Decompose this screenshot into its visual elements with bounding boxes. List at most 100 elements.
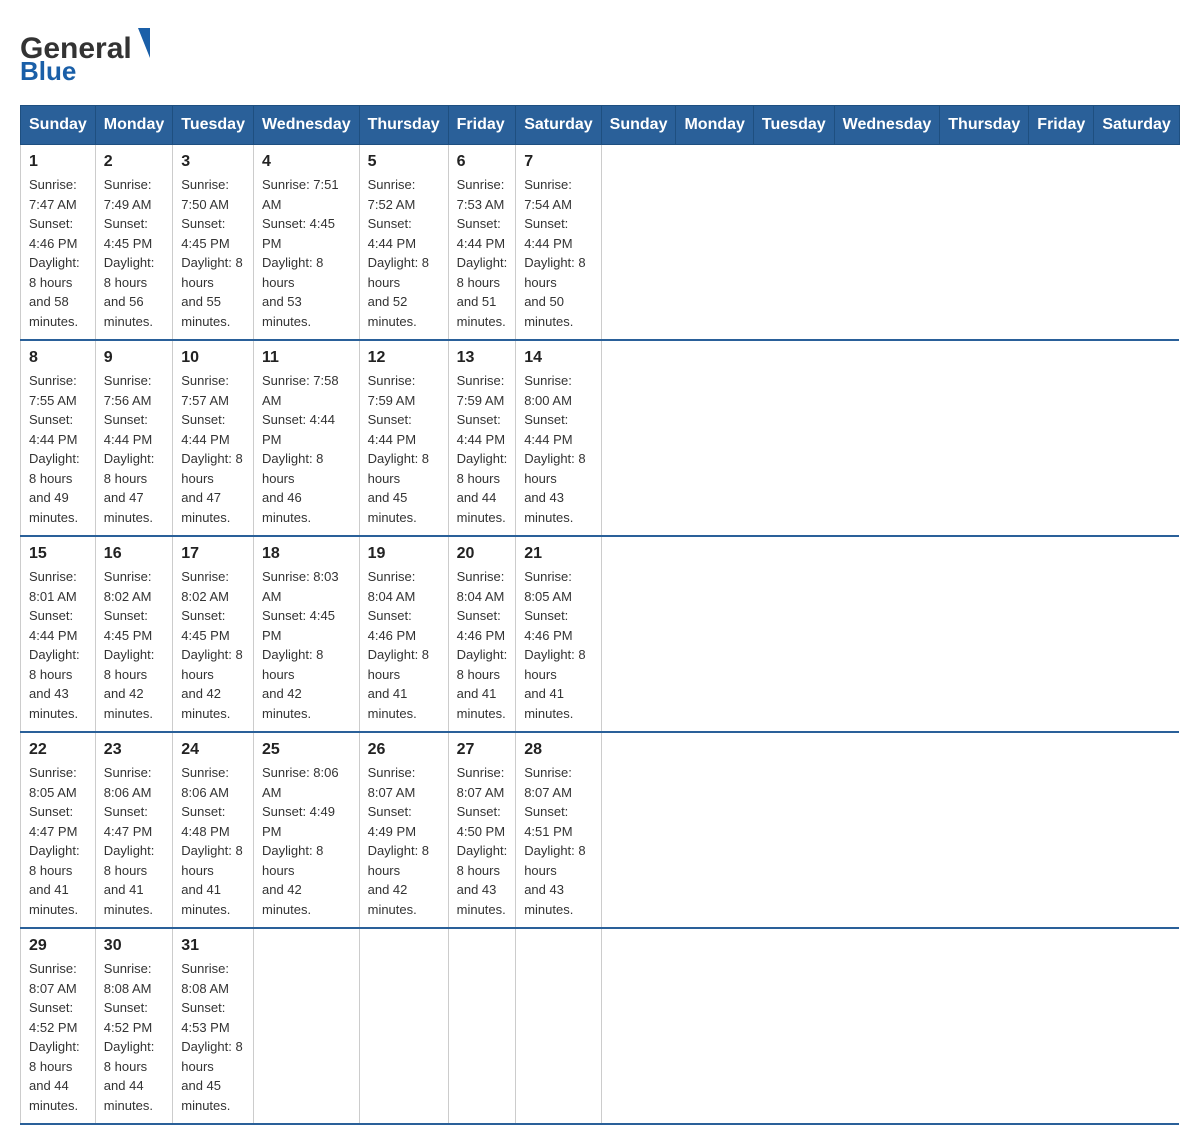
day-cell bbox=[359, 928, 448, 1124]
day-cell: 16 Sunrise: 8:02 AM Sunset: 4:45 PM Dayl… bbox=[95, 536, 172, 732]
day-info: Sunrise: 8:03 AM Sunset: 4:45 PM Dayligh… bbox=[262, 567, 351, 723]
day-cell: 18 Sunrise: 8:03 AM Sunset: 4:45 PM Dayl… bbox=[253, 536, 359, 732]
day-info: Sunrise: 8:05 AM Sunset: 4:47 PM Dayligh… bbox=[29, 763, 87, 919]
day-info: Sunrise: 7:47 AM Sunset: 4:46 PM Dayligh… bbox=[29, 175, 87, 331]
col-header-friday: Friday bbox=[448, 106, 516, 145]
day-cell: 29 Sunrise: 8:07 AM Sunset: 4:52 PM Dayl… bbox=[21, 928, 96, 1124]
day-number: 8 bbox=[29, 349, 87, 367]
day-info: Sunrise: 8:00 AM Sunset: 4:44 PM Dayligh… bbox=[524, 371, 592, 527]
day-info: Sunrise: 8:07 AM Sunset: 4:49 PM Dayligh… bbox=[368, 763, 440, 919]
day-cell: 24 Sunrise: 8:06 AM Sunset: 4:48 PM Dayl… bbox=[173, 732, 254, 928]
col-header-monday: Monday bbox=[676, 106, 753, 145]
day-cell: 23 Sunrise: 8:06 AM Sunset: 4:47 PM Dayl… bbox=[95, 732, 172, 928]
page-header: General Blue bbox=[20, 20, 1168, 85]
day-cell: 21 Sunrise: 8:05 AM Sunset: 4:46 PM Dayl… bbox=[516, 536, 601, 732]
day-info: Sunrise: 7:53 AM Sunset: 4:44 PM Dayligh… bbox=[457, 175, 508, 331]
day-number: 18 bbox=[262, 545, 351, 563]
week-row-5: 29 Sunrise: 8:07 AM Sunset: 4:52 PM Dayl… bbox=[21, 928, 1180, 1124]
logo-svg: General Blue bbox=[20, 20, 160, 85]
col-header-thursday: Thursday bbox=[359, 106, 448, 145]
day-cell: 2 Sunrise: 7:49 AM Sunset: 4:45 PM Dayli… bbox=[95, 145, 172, 341]
day-number: 10 bbox=[181, 349, 245, 367]
day-number: 23 bbox=[104, 741, 164, 759]
day-number: 19 bbox=[368, 545, 440, 563]
day-number: 15 bbox=[29, 545, 87, 563]
day-cell: 25 Sunrise: 8:06 AM Sunset: 4:49 PM Dayl… bbox=[253, 732, 359, 928]
day-info: Sunrise: 8:06 AM Sunset: 4:49 PM Dayligh… bbox=[262, 763, 351, 919]
col-header-friday: Friday bbox=[1029, 106, 1094, 145]
day-number: 3 bbox=[181, 153, 245, 171]
day-cell bbox=[516, 928, 601, 1124]
day-info: Sunrise: 7:55 AM Sunset: 4:44 PM Dayligh… bbox=[29, 371, 87, 527]
day-info: Sunrise: 8:04 AM Sunset: 4:46 PM Dayligh… bbox=[457, 567, 508, 723]
day-info: Sunrise: 7:54 AM Sunset: 4:44 PM Dayligh… bbox=[524, 175, 592, 331]
col-header-saturday: Saturday bbox=[1094, 106, 1179, 145]
day-info: Sunrise: 8:02 AM Sunset: 4:45 PM Dayligh… bbox=[104, 567, 164, 723]
day-info: Sunrise: 8:08 AM Sunset: 4:52 PM Dayligh… bbox=[104, 959, 164, 1115]
day-cell: 11 Sunrise: 7:58 AM Sunset: 4:44 PM Dayl… bbox=[253, 340, 359, 536]
col-header-tuesday: Tuesday bbox=[753, 106, 834, 145]
day-cell: 14 Sunrise: 8:00 AM Sunset: 4:44 PM Dayl… bbox=[516, 340, 601, 536]
day-info: Sunrise: 7:51 AM Sunset: 4:45 PM Dayligh… bbox=[262, 175, 351, 331]
col-header-wednesday: Wednesday bbox=[834, 106, 940, 145]
week-row-2: 8 Sunrise: 7:55 AM Sunset: 4:44 PM Dayli… bbox=[21, 340, 1180, 536]
day-number: 16 bbox=[104, 545, 164, 563]
day-cell: 27 Sunrise: 8:07 AM Sunset: 4:50 PM Dayl… bbox=[448, 732, 516, 928]
day-info: Sunrise: 8:05 AM Sunset: 4:46 PM Dayligh… bbox=[524, 567, 592, 723]
day-info: Sunrise: 8:07 AM Sunset: 4:50 PM Dayligh… bbox=[457, 763, 508, 919]
day-number: 13 bbox=[457, 349, 508, 367]
day-info: Sunrise: 7:59 AM Sunset: 4:44 PM Dayligh… bbox=[457, 371, 508, 527]
day-number: 20 bbox=[457, 545, 508, 563]
week-row-4: 22 Sunrise: 8:05 AM Sunset: 4:47 PM Dayl… bbox=[21, 732, 1180, 928]
day-info: Sunrise: 8:06 AM Sunset: 4:47 PM Dayligh… bbox=[104, 763, 164, 919]
day-cell: 8 Sunrise: 7:55 AM Sunset: 4:44 PM Dayli… bbox=[21, 340, 96, 536]
day-info: Sunrise: 8:01 AM Sunset: 4:44 PM Dayligh… bbox=[29, 567, 87, 723]
day-cell: 30 Sunrise: 8:08 AM Sunset: 4:52 PM Dayl… bbox=[95, 928, 172, 1124]
week-row-1: 1 Sunrise: 7:47 AM Sunset: 4:46 PM Dayli… bbox=[21, 145, 1180, 341]
day-info: Sunrise: 8:02 AM Sunset: 4:45 PM Dayligh… bbox=[181, 567, 245, 723]
day-info: Sunrise: 7:58 AM Sunset: 4:44 PM Dayligh… bbox=[262, 371, 351, 527]
svg-text:Blue: Blue bbox=[20, 56, 76, 85]
col-header-sunday: Sunday bbox=[601, 106, 676, 145]
day-number: 27 bbox=[457, 741, 508, 759]
col-header-wednesday: Wednesday bbox=[253, 106, 359, 145]
day-number: 12 bbox=[368, 349, 440, 367]
day-cell bbox=[448, 928, 516, 1124]
day-cell: 12 Sunrise: 7:59 AM Sunset: 4:44 PM Dayl… bbox=[359, 340, 448, 536]
logo: General Blue bbox=[20, 20, 160, 85]
day-cell: 15 Sunrise: 8:01 AM Sunset: 4:44 PM Dayl… bbox=[21, 536, 96, 732]
day-cell: 4 Sunrise: 7:51 AM Sunset: 4:45 PM Dayli… bbox=[253, 145, 359, 341]
col-header-tuesday: Tuesday bbox=[173, 106, 254, 145]
day-number: 17 bbox=[181, 545, 245, 563]
day-cell: 20 Sunrise: 8:04 AM Sunset: 4:46 PM Dayl… bbox=[448, 536, 516, 732]
calendar-table: SundayMondayTuesdayWednesdayThursdayFrid… bbox=[20, 105, 1180, 1125]
day-number: 2 bbox=[104, 153, 164, 171]
day-number: 7 bbox=[524, 153, 592, 171]
day-number: 5 bbox=[368, 153, 440, 171]
header-row: SundayMondayTuesdayWednesdayThursdayFrid… bbox=[21, 106, 1180, 145]
day-cell: 3 Sunrise: 7:50 AM Sunset: 4:45 PM Dayli… bbox=[173, 145, 254, 341]
day-number: 22 bbox=[29, 741, 87, 759]
day-cell: 10 Sunrise: 7:57 AM Sunset: 4:44 PM Dayl… bbox=[173, 340, 254, 536]
day-info: Sunrise: 7:56 AM Sunset: 4:44 PM Dayligh… bbox=[104, 371, 164, 527]
day-number: 31 bbox=[181, 937, 245, 955]
day-info: Sunrise: 7:50 AM Sunset: 4:45 PM Dayligh… bbox=[181, 175, 245, 331]
day-number: 14 bbox=[524, 349, 592, 367]
day-info: Sunrise: 7:59 AM Sunset: 4:44 PM Dayligh… bbox=[368, 371, 440, 527]
day-cell: 31 Sunrise: 8:08 AM Sunset: 4:53 PM Dayl… bbox=[173, 928, 254, 1124]
day-number: 6 bbox=[457, 153, 508, 171]
day-cell: 26 Sunrise: 8:07 AM Sunset: 4:49 PM Dayl… bbox=[359, 732, 448, 928]
col-header-sunday: Sunday bbox=[21, 106, 96, 145]
day-number: 29 bbox=[29, 937, 87, 955]
day-number: 24 bbox=[181, 741, 245, 759]
col-header-saturday: Saturday bbox=[516, 106, 601, 145]
day-number: 28 bbox=[524, 741, 592, 759]
day-info: Sunrise: 8:07 AM Sunset: 4:51 PM Dayligh… bbox=[524, 763, 592, 919]
day-info: Sunrise: 7:52 AM Sunset: 4:44 PM Dayligh… bbox=[368, 175, 440, 331]
day-info: Sunrise: 8:08 AM Sunset: 4:53 PM Dayligh… bbox=[181, 959, 245, 1115]
week-row-3: 15 Sunrise: 8:01 AM Sunset: 4:44 PM Dayl… bbox=[21, 536, 1180, 732]
day-cell: 1 Sunrise: 7:47 AM Sunset: 4:46 PM Dayli… bbox=[21, 145, 96, 341]
day-info: Sunrise: 8:06 AM Sunset: 4:48 PM Dayligh… bbox=[181, 763, 245, 919]
day-number: 4 bbox=[262, 153, 351, 171]
day-info: Sunrise: 7:57 AM Sunset: 4:44 PM Dayligh… bbox=[181, 371, 245, 527]
